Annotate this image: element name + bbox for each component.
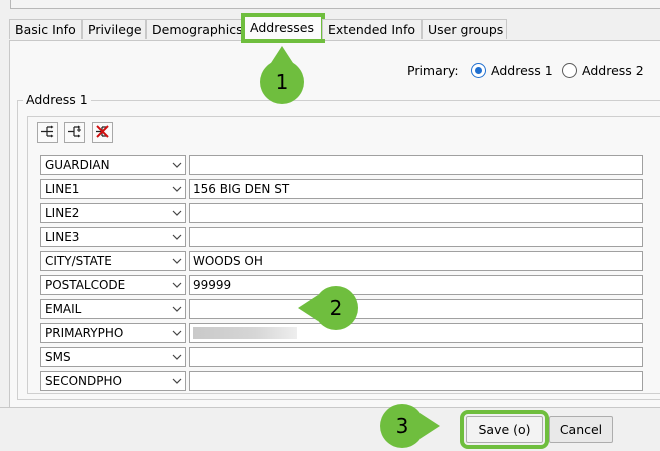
chevron-down-icon — [172, 378, 182, 384]
tab-demographics[interactable]: Demographics — [146, 19, 243, 39]
tab-privilege[interactable]: Privilege — [82, 19, 146, 39]
field-select-label: PRIMARYPHO — [45, 326, 124, 340]
field-select-label: LINE3 — [45, 230, 80, 244]
chevron-down-icon — [172, 162, 182, 168]
field-value-email[interactable] — [189, 299, 643, 319]
save-button[interactable]: Save (o) — [460, 410, 549, 449]
radio-address-2-label[interactable]: Address 2 — [582, 62, 644, 80]
chevron-down-icon — [172, 234, 182, 240]
radio-address-1-label[interactable]: Address 1 — [491, 62, 553, 80]
field-value-guardian[interactable] — [189, 155, 643, 175]
chevron-down-icon — [172, 210, 182, 216]
callout-number: 2 — [329, 296, 343, 320]
tab-addresses[interactable]: Addresses — [241, 13, 325, 43]
field-select-secondpho[interactable]: SECONDPHO — [40, 371, 186, 391]
insert-line-button[interactable] — [64, 122, 85, 143]
redacted-value — [193, 327, 297, 339]
radio-address-2[interactable] — [562, 63, 577, 78]
field-select-city-state[interactable]: CITY/STATE — [40, 251, 186, 271]
field-select-label: SECONDPHO — [45, 374, 122, 388]
field-select-guardian[interactable]: GUARDIAN — [40, 155, 186, 175]
tab-extended-info[interactable]: Extended Info — [322, 19, 422, 39]
radio-address-1[interactable] — [471, 63, 486, 78]
field-select-label: LINE2 — [45, 206, 80, 220]
field-value-primarypho[interactable] — [189, 323, 643, 343]
callout-step-3: 3 — [380, 404, 440, 448]
chevron-down-icon — [172, 258, 182, 264]
field-value-line3[interactable] — [189, 227, 643, 247]
field-select-label: SMS — [45, 350, 71, 364]
callout-step-2: 2 — [298, 286, 358, 330]
field-select-email[interactable]: EMAIL — [40, 299, 186, 319]
chevron-down-icon — [172, 306, 182, 312]
field-value-line2[interactable] — [189, 203, 643, 223]
window-top-area — [0, 0, 660, 16]
delete-line-button[interactable] — [92, 122, 113, 143]
tab-basic-info[interactable]: Basic Info — [9, 19, 82, 39]
field-select-label: GUARDIAN — [45, 158, 110, 172]
field-select-label: EMAIL — [45, 302, 82, 316]
insert-line-icon — [67, 125, 82, 141]
address-fieldset-legend: Address 1 — [23, 92, 91, 108]
field-value-line1[interactable]: 156 BIG DEN ST — [189, 179, 643, 199]
field-select-primarypho[interactable]: PRIMARYPHO — [40, 323, 186, 343]
tab-user-groups[interactable]: User groups — [422, 19, 507, 39]
callout-number: 3 — [395, 414, 409, 438]
add-line-button[interactable] — [37, 122, 58, 143]
field-value-secondpho[interactable] — [189, 371, 643, 391]
field-value-postalcode[interactable]: 99999 — [189, 275, 643, 295]
field-value-city-state[interactable]: WOODS OH — [189, 251, 643, 271]
field-select-line1[interactable]: LINE1 — [40, 179, 186, 199]
field-select-line3[interactable]: LINE3 — [40, 227, 186, 247]
field-select-label: CITY/STATE — [45, 254, 112, 268]
field-select-postalcode[interactable]: POSTALCODE — [40, 275, 186, 295]
add-line-icon — [40, 125, 55, 141]
field-value-sms[interactable] — [189, 347, 643, 367]
chevron-down-icon — [172, 282, 182, 288]
delete-line-icon — [95, 124, 110, 141]
cancel-button[interactable]: Cancel — [549, 416, 613, 443]
chevron-down-icon — [172, 330, 182, 336]
chevron-down-icon — [172, 186, 182, 192]
top-panel-edge — [10, 0, 660, 9]
field-select-sms[interactable]: SMS — [40, 347, 186, 367]
footer-divider — [0, 407, 660, 408]
field-select-label: LINE1 — [45, 182, 80, 196]
callout-step-1: 1 — [260, 46, 304, 104]
primary-label: Primary: — [407, 63, 459, 78]
chevron-down-icon — [172, 354, 182, 360]
callout-number: 1 — [275, 70, 289, 94]
field-select-label: POSTALCODE — [45, 278, 126, 292]
field-select-line2[interactable]: LINE2 — [40, 203, 186, 223]
